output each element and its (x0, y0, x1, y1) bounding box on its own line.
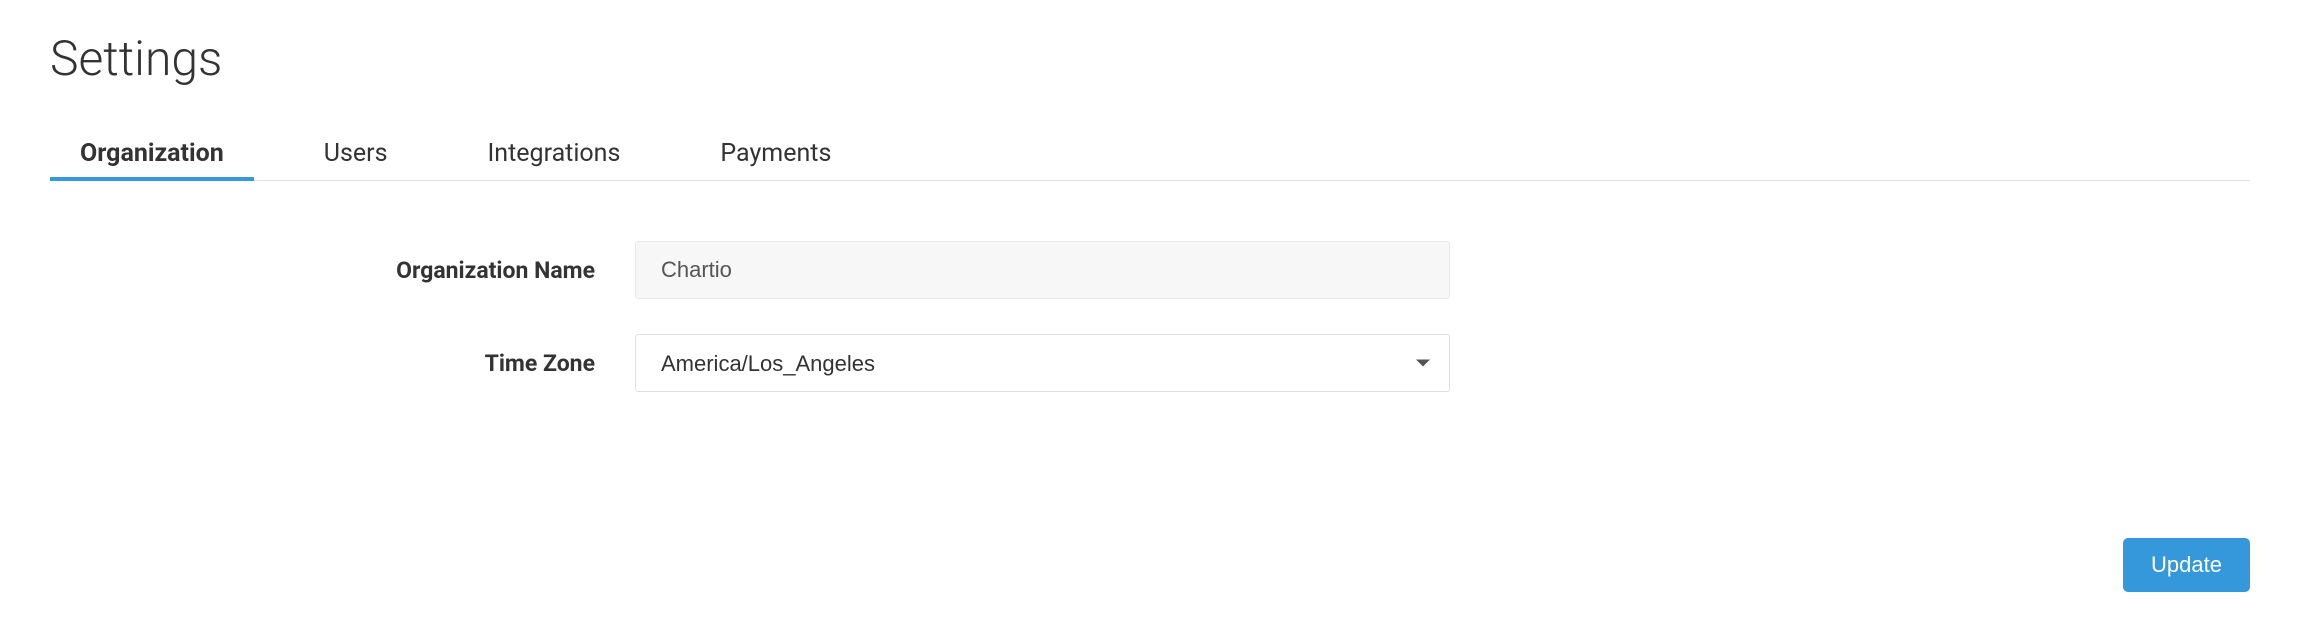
timezone-select-wrapper: America/Los_Angeles (635, 334, 1450, 392)
tab-integrations[interactable]: Integrations (488, 127, 621, 180)
org-name-input[interactable] (635, 241, 1450, 299)
tab-payments[interactable]: Payments (720, 127, 831, 180)
update-button[interactable]: Update (2123, 538, 2250, 592)
form-container: Organization Name Time Zone America/Los_… (350, 241, 1450, 392)
timezone-select[interactable]: America/Los_Angeles (635, 334, 1450, 392)
button-row: Update (2123, 538, 2250, 592)
tab-users[interactable]: Users (324, 127, 388, 180)
timezone-label: Time Zone (350, 350, 635, 377)
org-name-label: Organization Name (350, 257, 635, 284)
form-row-org-name: Organization Name (350, 241, 1450, 299)
tabs-container: Organization Users Integrations Payments (50, 127, 2250, 181)
page-title: Settings (50, 30, 2250, 87)
tab-organization[interactable]: Organization (80, 127, 224, 180)
form-row-timezone: Time Zone America/Los_Angeles (350, 334, 1450, 392)
